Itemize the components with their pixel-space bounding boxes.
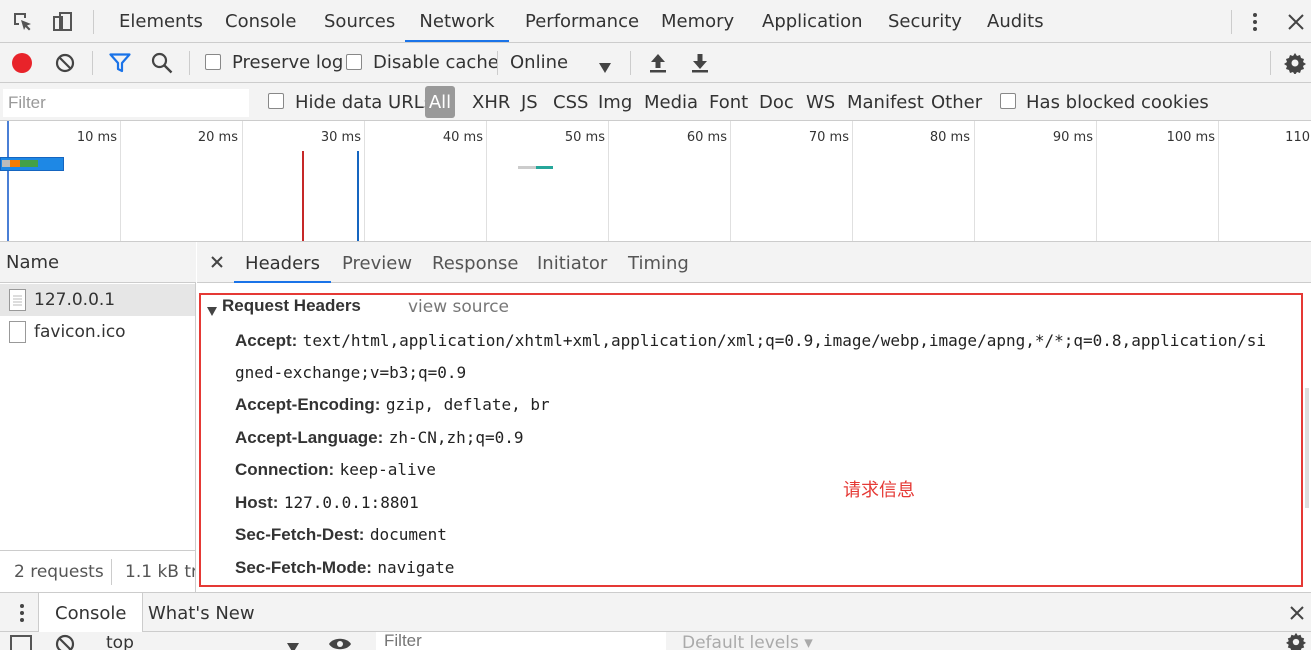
load-event-marker xyxy=(302,151,304,241)
tab-memory[interactable]: Memory xyxy=(661,0,734,42)
filter-type-font[interactable]: Font xyxy=(709,83,748,121)
console-clear-icon[interactable] xyxy=(55,634,75,650)
network-toolbar: Preserve log Disable cache Online xyxy=(0,43,1311,83)
timeline-tick: 70 ms xyxy=(808,130,849,145)
throttling-dropdown-icon[interactable] xyxy=(599,58,611,78)
tab-network[interactable]: Network xyxy=(405,0,509,42)
overview-window-start[interactable] xyxy=(7,121,9,241)
close-devtools-icon[interactable] xyxy=(1284,10,1308,34)
drawer-tab-console[interactable]: Console xyxy=(38,593,144,633)
filter-type-img[interactable]: Img xyxy=(598,83,632,121)
timeline-tick: 30 ms xyxy=(320,130,361,145)
more-options-icon[interactable] xyxy=(1243,10,1267,34)
filter-type-js[interactable]: JS xyxy=(521,83,538,121)
request-name: favicon.ico xyxy=(34,322,126,342)
throttling-select[interactable]: Online xyxy=(510,43,568,83)
filter-type-other[interactable]: Other xyxy=(931,83,982,121)
detail-tab-bar: Headers Preview Response Initiator Timin… xyxy=(197,242,1311,283)
timeline-tick: 80 ms xyxy=(929,130,970,145)
tab-security[interactable]: Security xyxy=(888,0,962,42)
dom-content-loaded-marker xyxy=(357,151,359,241)
has-blocked-cookies-checkbox[interactable] xyxy=(1000,93,1016,109)
close-detail-icon[interactable] xyxy=(210,254,224,274)
tab-headers[interactable]: Headers xyxy=(234,242,331,283)
tab-application[interactable]: Application xyxy=(762,0,863,42)
filter-type-media[interactable]: Media xyxy=(644,83,698,121)
log-levels-select[interactable]: Default levels ▾ xyxy=(682,632,813,650)
has-blocked-cookies-label: Has blocked cookies xyxy=(1026,92,1209,113)
transferred-size: 1.1 kB tra xyxy=(125,562,195,582)
disable-cache-label: Disable cache xyxy=(373,52,499,73)
timeline-tick: 10 ms xyxy=(76,130,117,145)
request-row-favicon[interactable]: favicon.ico xyxy=(0,316,195,348)
timeline-tick: 20 ms xyxy=(197,130,238,145)
annotation-label: 请求信息 xyxy=(843,480,915,501)
search-icon[interactable] xyxy=(151,52,173,79)
clear-icon[interactable] xyxy=(55,53,75,78)
devtools-tab-bar: Elements Console Sources Network Perform… xyxy=(0,0,1311,43)
request-list-panel: Name 127.0.0.1 favicon.ico 2 requests 1.… xyxy=(0,242,196,592)
console-drawer-tabs: Console What's New xyxy=(0,592,1311,633)
filter-type-xhr[interactable]: XHR xyxy=(472,83,510,121)
console-filter-input[interactable] xyxy=(376,632,666,650)
timeline-tick: 60 ms xyxy=(686,130,727,145)
hide-data-urls-label: Hide data URLs xyxy=(295,92,434,113)
export-har-icon[interactable] xyxy=(690,52,710,79)
timeline-tick: 40 ms xyxy=(442,130,483,145)
close-drawer-icon[interactable] xyxy=(1289,605,1305,626)
console-settings-gear-icon[interactable] xyxy=(1286,632,1306,650)
tab-timing[interactable]: Timing xyxy=(628,242,689,283)
request-bar-favicon xyxy=(518,166,536,169)
tab-preview[interactable]: Preview xyxy=(342,242,412,283)
drawer-tab-whats-new[interactable]: What's New xyxy=(148,593,255,633)
annotation-highlight-box xyxy=(199,293,1303,587)
timeline-tick: 110 xyxy=(1285,130,1310,145)
tab-performance[interactable]: Performance xyxy=(525,0,639,42)
filter-type-manifest[interactable]: Manifest xyxy=(847,83,924,121)
filter-icon[interactable] xyxy=(109,53,131,78)
detail-scrollbar[interactable] xyxy=(1305,388,1309,508)
tab-sources[interactable]: Sources xyxy=(324,0,395,42)
timeline-tick: 90 ms xyxy=(1052,130,1093,145)
network-status-bar: 2 requests 1.1 kB tra xyxy=(0,550,195,592)
device-toolbar-icon[interactable] xyxy=(51,10,75,34)
context-dropdown-icon[interactable] xyxy=(287,638,299,650)
console-sidebar-icon[interactable] xyxy=(10,635,32,650)
live-expression-eye-icon[interactable] xyxy=(328,636,352,650)
preserve-log-label: Preserve log xyxy=(232,52,344,73)
tab-initiator[interactable]: Initiator xyxy=(537,242,607,283)
filter-type-css[interactable]: CSS xyxy=(553,83,588,121)
drawer-menu-icon[interactable] xyxy=(19,603,25,628)
hide-data-urls-checkbox[interactable] xyxy=(268,93,284,109)
timeline-overview[interactable]: 10 ms 20 ms 30 ms 40 ms 50 ms 60 ms 70 m… xyxy=(0,121,1311,242)
tab-response[interactable]: Response xyxy=(432,242,518,283)
tab-console[interactable]: Console xyxy=(225,0,296,42)
tab-elements[interactable]: Elements xyxy=(119,0,203,42)
inspect-element-icon[interactable] xyxy=(11,10,35,34)
request-count: 2 requests xyxy=(14,562,104,582)
filter-input[interactable] xyxy=(3,89,249,117)
name-column-header[interactable]: Name xyxy=(0,242,196,283)
filter-type-doc[interactable]: Doc xyxy=(759,83,794,121)
request-row-127-0-0-1[interactable]: 127.0.0.1 xyxy=(0,284,195,316)
import-har-icon[interactable] xyxy=(648,52,668,79)
timeline-tick: 100 ms xyxy=(1166,130,1215,145)
disable-cache-checkbox[interactable] xyxy=(346,54,362,70)
record-icon[interactable] xyxy=(12,53,32,73)
filter-type-ws[interactable]: WS xyxy=(806,83,835,121)
network-settings-gear-icon[interactable] xyxy=(1284,52,1306,79)
preserve-log-checkbox[interactable] xyxy=(205,54,221,70)
timeline-tick: 50 ms xyxy=(564,130,605,145)
filter-type-all[interactable]: All xyxy=(425,86,455,118)
document-file-icon xyxy=(9,289,26,311)
request-name: 127.0.0.1 xyxy=(34,290,116,310)
blank-file-icon xyxy=(9,321,26,343)
console-context-select[interactable]: top xyxy=(106,632,134,650)
filter-bar: Hide data URLs All XHR JS CSS Img Media … xyxy=(0,83,1311,121)
console-toolbar: top Default levels ▾ xyxy=(0,632,1311,650)
tab-audits[interactable]: Audits xyxy=(987,0,1044,42)
